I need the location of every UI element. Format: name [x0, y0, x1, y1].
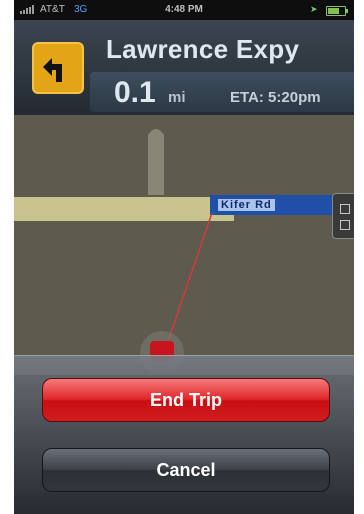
distance-eta-bar: 0.1 mi ETA: 5:20pm	[90, 72, 354, 112]
location-arrow-icon: ➤	[310, 4, 318, 14]
action-sheet: End Trip Cancel	[14, 355, 354, 514]
status-bar: AT&T 3G 4:48 PM ➤	[14, 0, 354, 20]
side-street	[148, 129, 164, 195]
distance-unit: mi	[168, 89, 186, 106]
road-label: Kifer Rd	[218, 199, 275, 211]
status-time: 4:48 PM	[165, 4, 203, 15]
major-road	[14, 197, 234, 221]
phone-screen: AT&T 3G 4:48 PM ➤ Lawrence Expy 0.1 mi E…	[14, 0, 354, 514]
end-trip-button[interactable]: End Trip	[42, 378, 330, 422]
cancel-button[interactable]: Cancel	[42, 448, 330, 492]
street-name: Lawrence Expy	[106, 34, 300, 64]
distance-value: 0.1	[114, 76, 156, 109]
map-view-toggle[interactable]	[332, 193, 354, 239]
turn-left-arrow-icon	[32, 42, 84, 94]
map-canvas	[14, 115, 354, 375]
map-view[interactable]: Kifer Rd	[14, 115, 354, 375]
battery-icon	[326, 6, 348, 16]
navigation-header: Lawrence Expy 0.1 mi ETA: 5:20pm	[14, 20, 354, 115]
square-icon	[340, 220, 350, 230]
eta-label: ETA: 5:20pm	[230, 89, 321, 106]
square-icon	[340, 204, 350, 214]
